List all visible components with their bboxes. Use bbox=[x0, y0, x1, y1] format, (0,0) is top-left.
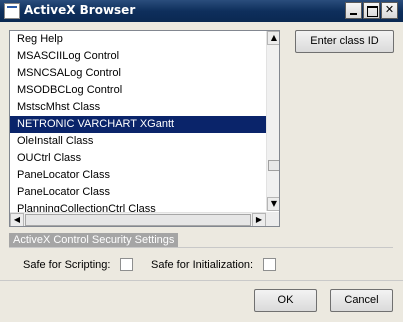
title-bar[interactable]: ActiveX Browser ✕ bbox=[0, 0, 403, 22]
vertical-scroll-thumb[interactable] bbox=[268, 160, 279, 171]
scrollbar-corner bbox=[266, 212, 279, 226]
scroll-right-icon[interactable]: ▶ bbox=[252, 213, 266, 226]
close-icon: ✕ bbox=[384, 3, 395, 16]
window-title: ActiveX Browser bbox=[24, 3, 136, 17]
scroll-down-icon[interactable]: ▼ bbox=[267, 197, 279, 211]
safe-for-initialization-checkbox[interactable] bbox=[263, 258, 276, 271]
minimize-button[interactable] bbox=[345, 2, 362, 19]
app-window-icon bbox=[4, 3, 20, 19]
cancel-button[interactable]: Cancel bbox=[330, 289, 393, 312]
security-group-title: ActiveX Control Security Settings bbox=[9, 233, 179, 247]
list-item[interactable]: Reg Help bbox=[10, 31, 266, 48]
list-item[interactable]: MSODBCLog Control bbox=[10, 82, 266, 99]
safe-for-scripting-checkbox[interactable] bbox=[120, 258, 133, 271]
list-item[interactable]: MstscMhst Class bbox=[10, 99, 266, 116]
list-item[interactable]: PaneLocator Class bbox=[10, 184, 266, 201]
maximize-button[interactable] bbox=[363, 2, 380, 19]
list-item[interactable]: OleInstall Class bbox=[10, 133, 266, 150]
scroll-up-icon[interactable]: ▲ bbox=[267, 31, 279, 45]
list-item[interactable]: PaneLocator Class bbox=[10, 167, 266, 184]
control-list[interactable]: Reg Help MSASCIILog Control MSNCSALog Co… bbox=[9, 30, 280, 227]
close-button[interactable]: ✕ bbox=[381, 2, 398, 19]
list-item[interactable]: OUCtrl Class bbox=[10, 150, 266, 167]
horizontal-scrollbar[interactable]: ◀ ▶ bbox=[10, 212, 279, 226]
safe-for-scripting-label: Safe for Scripting: bbox=[23, 259, 111, 271]
safe-for-initialization-label: Safe for Initialization: bbox=[151, 259, 254, 271]
scroll-left-icon[interactable]: ◀ bbox=[10, 213, 24, 226]
list-item[interactable]: MSNCSALog Control bbox=[10, 65, 266, 82]
divider bbox=[9, 247, 393, 248]
divider bbox=[0, 280, 403, 281]
list-item-selected[interactable]: NETRONIC VARCHART XGantt bbox=[10, 116, 266, 133]
enter-class-id-button[interactable]: Enter class ID bbox=[295, 30, 394, 53]
list-item[interactable]: MSASCIILog Control bbox=[10, 48, 266, 65]
vertical-scrollbar[interactable]: ▲ ▼ bbox=[266, 31, 279, 211]
horizontal-scroll-thumb[interactable] bbox=[25, 214, 251, 226]
ok-button[interactable]: OK bbox=[254, 289, 317, 312]
